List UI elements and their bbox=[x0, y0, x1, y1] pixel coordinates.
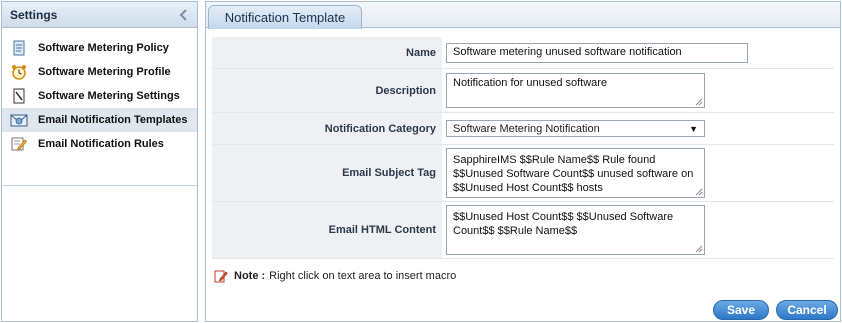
category-row: Notification Category Software Metering … bbox=[212, 113, 834, 145]
sidebar-item-software-metering-settings[interactable]: Software Metering Settings bbox=[2, 84, 197, 108]
name-input[interactable]: Software metering unused software notifi… bbox=[446, 42, 748, 63]
policy-document-icon bbox=[10, 39, 28, 57]
sidebar-item-email-notification-templates[interactable]: Email Notification Templates bbox=[2, 108, 197, 132]
sidebar-item-email-notification-rules[interactable]: Email Notification Rules bbox=[2, 132, 197, 156]
sidebar-item-label: Email Notification Templates bbox=[38, 114, 188, 126]
email-html-content-textarea[interactable]: $$Unused Host Count$$ $$Unused Software … bbox=[446, 205, 705, 255]
notification-template-form: Name Software metering unused software n… bbox=[212, 37, 834, 259]
cancel-button[interactable]: Cancel bbox=[776, 300, 838, 320]
caret-down-icon: ▼ bbox=[689, 123, 698, 134]
subject-row: Email Subject Tag SapphireIMS $$Rule Nam… bbox=[212, 145, 834, 202]
subject-label: Email Subject Tag bbox=[212, 145, 442, 201]
sidebar-nav: Software Metering Policy Software Meteri… bbox=[2, 28, 197, 186]
html-content-row: Email HTML Content $$Unused Host Count$$… bbox=[212, 202, 834, 259]
description-row: Description Notification for unused soft… bbox=[212, 69, 834, 113]
name-row: Name Software metering unused software n… bbox=[212, 37, 834, 69]
description-label: Description bbox=[212, 69, 442, 112]
email-subject-textarea[interactable]: SapphireIMS $$Rule Name$$ Rule found $$U… bbox=[446, 148, 705, 198]
edit-rules-icon bbox=[10, 135, 28, 153]
alarm-clock-icon bbox=[10, 63, 28, 81]
settings-sidebar: Settings Software Metering Policy Softwa… bbox=[1, 1, 198, 322]
description-text: Notification for unused software bbox=[453, 77, 608, 89]
notification-template-panel: Notification Template Name Software mete… bbox=[205, 1, 841, 322]
save-button[interactable]: Save bbox=[713, 300, 769, 320]
note-label: Note : bbox=[234, 270, 266, 282]
sidebar-item-label: Software Metering Policy bbox=[38, 42, 169, 54]
category-selected-value: Software Metering Notification bbox=[453, 122, 600, 135]
email-template-icon bbox=[10, 111, 28, 129]
sidebar-title: Settings bbox=[10, 7, 58, 22]
notification-category-select[interactable]: Software Metering Notification ▼ bbox=[446, 120, 705, 137]
settings-page-icon bbox=[10, 87, 28, 105]
resize-grip-icon[interactable] bbox=[695, 245, 703, 253]
sidebar-item-software-metering-policy[interactable]: Software Metering Policy bbox=[2, 36, 197, 60]
macro-note: Note : Right click on text area to inser… bbox=[214, 269, 456, 283]
tab-bar: Notification Template bbox=[206, 2, 840, 29]
note-pencil-icon bbox=[214, 270, 228, 283]
resize-grip-icon[interactable] bbox=[695, 98, 703, 106]
description-textarea[interactable]: Notification for unused software bbox=[446, 73, 705, 108]
resize-grip-icon[interactable] bbox=[695, 188, 703, 196]
chevron-left-icon[interactable] bbox=[175, 6, 193, 24]
sidebar-item-software-metering-profile[interactable]: Software Metering Profile bbox=[2, 60, 197, 84]
subject-text: SapphireIMS $$Rule Name$$ Rule found $$U… bbox=[453, 154, 694, 194]
html-content-label: Email HTML Content bbox=[212, 202, 442, 258]
sidebar-item-label: Software Metering Settings bbox=[38, 90, 180, 102]
name-label: Name bbox=[212, 37, 442, 68]
sidebar-item-label: Email Notification Rules bbox=[38, 138, 164, 150]
note-text: Right click on text area to insert macro bbox=[269, 270, 457, 282]
html-content-text: $$Unused Host Count$$ $$Unused Software … bbox=[453, 211, 674, 237]
sidebar-header: Settings bbox=[2, 2, 197, 28]
category-label: Notification Category bbox=[212, 113, 442, 144]
tab-notification-template[interactable]: Notification Template bbox=[208, 5, 362, 29]
sidebar-item-label: Software Metering Profile bbox=[38, 66, 171, 78]
